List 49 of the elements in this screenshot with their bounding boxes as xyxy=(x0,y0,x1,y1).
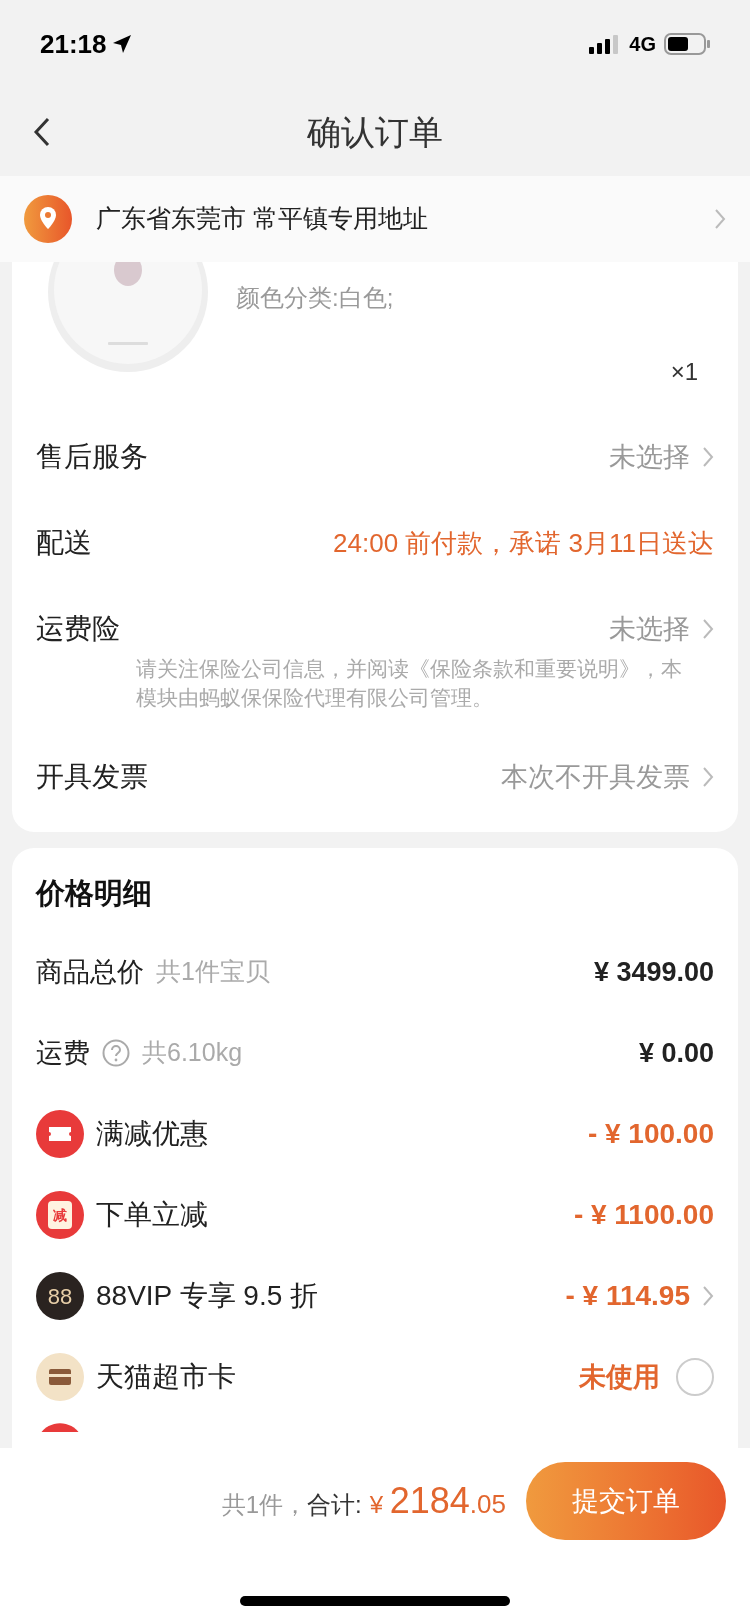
option-label: 开具发票 xyxy=(36,760,148,794)
item-count: 共1件， xyxy=(221,1490,308,1520)
price-amount: ¥ 0.00 xyxy=(638,1036,714,1070)
option-label: 售后服务 xyxy=(36,440,148,474)
battery-icon xyxy=(664,33,710,55)
location-pin-icon xyxy=(24,195,72,243)
discount-amount: - ¥ 1100.00 xyxy=(573,1198,714,1232)
option-value[interactable]: 本次不开具发票 xyxy=(501,756,690,798)
address-bar[interactable]: 广东省东莞市 常平镇专用地址 xyxy=(0,176,750,262)
option-value: 24:00 前付款，承诺 3月11日送达 xyxy=(333,526,714,560)
discount-label: 下单立减 xyxy=(96,1198,208,1232)
address-text: 广东省东莞市 常平镇专用地址 xyxy=(96,203,429,235)
option-value[interactable]: 未选择 xyxy=(609,608,690,650)
vip-badge-icon: 88 xyxy=(36,1272,84,1320)
discount-amount: - ¥ 114.95 xyxy=(565,1279,690,1313)
option-label: 配送 xyxy=(36,526,92,560)
discount-label: 天猫超市卡 xyxy=(96,1360,236,1394)
network-label: 4G xyxy=(629,32,656,57)
option-label: 运费险 xyxy=(36,612,120,646)
total-price: ¥ 2184.05 xyxy=(369,1479,506,1523)
chevron-right-icon xyxy=(702,766,714,788)
discount-label: 88VIP 专享 9.5 折 xyxy=(96,1279,319,1313)
chevron-right-icon xyxy=(702,618,714,640)
option-value[interactable]: 未选择 xyxy=(609,436,690,478)
total-label: 合计: xyxy=(307,1490,362,1520)
help-icon[interactable] xyxy=(102,1039,130,1067)
discount-amount: - ¥ 100.00 xyxy=(587,1117,714,1151)
ticket-icon xyxy=(36,1110,84,1158)
product-quantity: ×1 xyxy=(670,357,698,387)
price-label: 运费 xyxy=(36,1036,90,1070)
price-sublabel: 共6.10kg xyxy=(142,1037,243,1069)
back-icon xyxy=(33,117,51,147)
chevron-right-icon xyxy=(714,208,726,230)
card-icon xyxy=(36,1353,84,1401)
insurance-note: 请关注保险公司信息，并阅读《保险条款和重要说明》，本模块由蚂蚁保保险代理有限公司管理。 xyxy=(135,656,683,711)
section-title: 价格明细 xyxy=(36,876,153,911)
price-label: 商品总价 xyxy=(36,955,144,989)
discount-envelope-icon: 减 xyxy=(36,1191,84,1239)
chevron-right-icon xyxy=(702,1285,714,1307)
chevron-right-icon xyxy=(702,446,714,468)
price-amount: ¥ 3499.00 xyxy=(593,955,714,989)
page-title: 确认订单 xyxy=(307,111,443,153)
card-status: 未使用 xyxy=(579,1360,660,1394)
price-sublabel: 共1件宝贝 xyxy=(156,956,270,988)
status-time: 21:18 xyxy=(40,27,107,61)
product-variant: 颜色分类:白色; xyxy=(236,283,394,313)
discount-label: 满减优惠 xyxy=(96,1117,208,1151)
use-card-radio[interactable] xyxy=(676,1358,714,1396)
submit-order-button[interactable]: 提交订单 xyxy=(526,1462,726,1540)
